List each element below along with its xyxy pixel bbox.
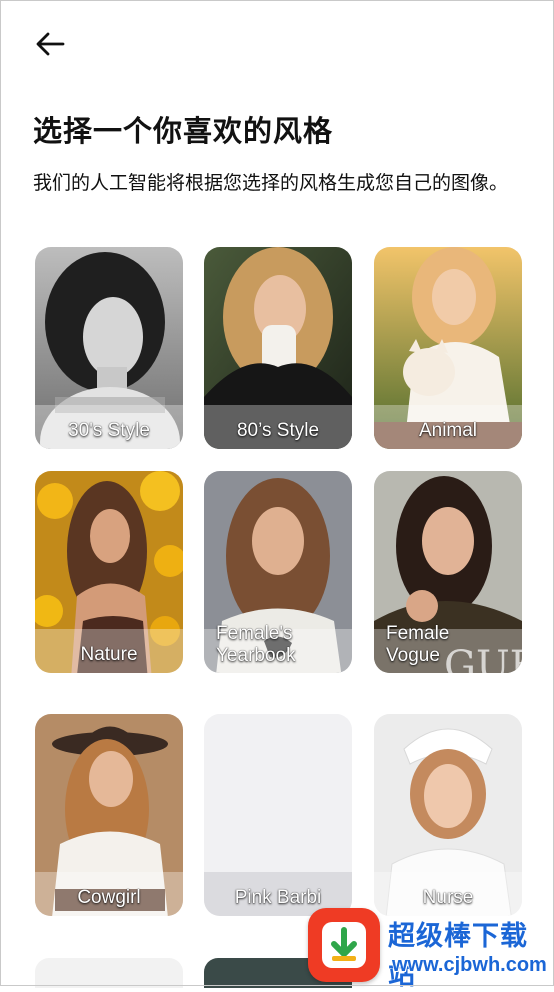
style-card-nurse[interactable]: Nurse [374,714,522,916]
download-logo-icon [308,908,380,982]
style-card-female-vogue[interactable]: GUE Female Vogue [374,471,522,673]
page-title: 选择一个你喜欢的风格 [33,114,334,148]
style-label: Cowgirl [77,887,141,908]
arrow-left-icon [36,32,65,56]
style-card-pink-barbie[interactable]: Pink Barbi [204,714,352,916]
back-button[interactable] [28,24,72,64]
watermark-url: www.cjbwh.com [392,954,547,976]
watermark-title: 超级棒下载站 [388,921,528,991]
style-card-partial[interactable] [35,958,183,988]
style-label: Nature [80,644,138,665]
style-label: 30's Style [68,420,150,441]
watermark: 超级棒下载站 www.cjbwh.com [306,906,554,991]
style-card-cowgirl[interactable]: Cowgirl [35,714,183,916]
style-label: 80’s Style [236,420,320,441]
page-subtitle: 我们的人工智能将根据您选择的风格生成您自己的图像。 [33,172,509,194]
style-card-30s[interactable]: 30's Style [35,247,183,449]
style-card-female-yearbook[interactable]: Female's Yearbook [204,471,352,673]
style-label: Female Vogue [386,623,450,666]
style-card-nature[interactable]: Nature [35,471,183,673]
style-card-animal[interactable]: Animal [374,247,522,449]
style-card-80s[interactable]: 80’s Style [204,247,352,449]
style-label: Female's Yearbook [216,623,296,666]
style-label: Animal [418,420,478,441]
